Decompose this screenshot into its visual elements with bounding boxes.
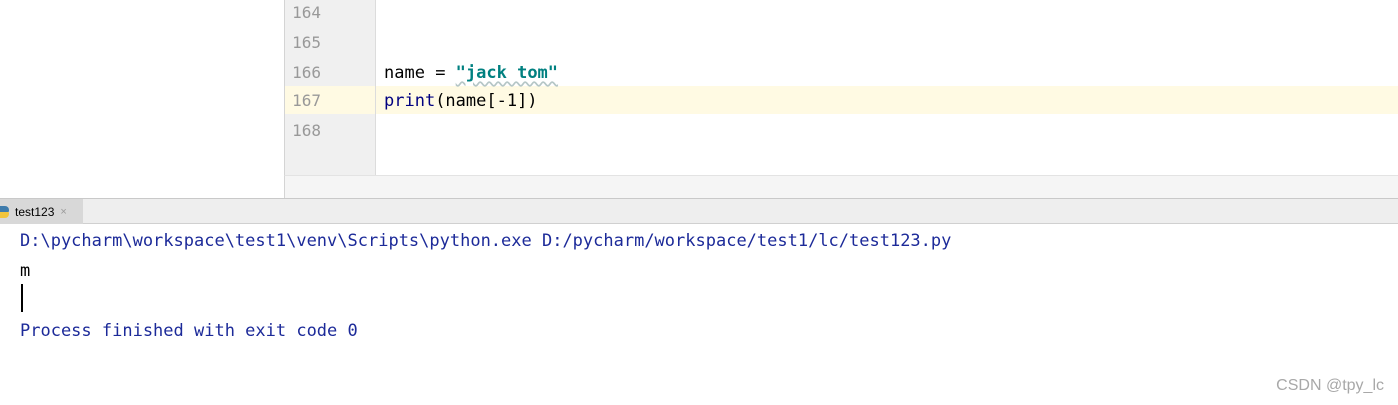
line-number-current: 167 <box>292 91 321 110</box>
assign-operator: = <box>424 63 456 83</box>
watermark: CSDN @tpy_lc <box>1276 377 1384 394</box>
run-tool-window-tabs: test123 × <box>0 198 1398 224</box>
python-file-icon <box>0 205 9 219</box>
code-line-167[interactable]: print(name[-1]) <box>384 88 538 118</box>
project-panel-blank <box>0 0 284 198</box>
string-literal: "jack tom" <box>455 63 559 83</box>
code-text-area[interactable]: name = "jack tom" print(name[-1]) <box>376 0 1398 175</box>
variable-name: name <box>384 63 425 83</box>
close-icon[interactable]: × <box>60 206 66 218</box>
line-number: 164 <box>292 3 321 22</box>
console-exit-message: Process finished with exit code 0 <box>20 321 358 341</box>
line-number-gutter: 164 165 166 167 168 <box>285 0 376 175</box>
text-cursor <box>21 284 23 312</box>
line-number: 168 <box>292 121 321 140</box>
line-number: 165 <box>292 33 321 52</box>
editor-breadcrumb-bar <box>284 175 1398 199</box>
pycharm-window: 164 165 166 167 168 name = "jack tom" pr… <box>0 0 1398 405</box>
console-command-line: D:\pycharm\workspace\test1\venv\Scripts\… <box>20 231 952 251</box>
print-function: print <box>384 91 436 111</box>
line-number: 166 <box>292 63 321 82</box>
run-tab-test123[interactable]: test123 × <box>0 199 83 224</box>
code-line-166[interactable]: name = "jack tom" <box>384 60 558 90</box>
run-tab-label: test123 <box>15 204 55 219</box>
code-editor[interactable]: 164 165 166 167 168 name = "jack tom" pr… <box>284 0 1398 175</box>
run-console[interactable]: D:\pycharm\workspace\test1\venv\Scripts\… <box>0 224 1398 405</box>
call-arguments: (name[-1]) <box>435 91 538 111</box>
console-output-line: m <box>20 261 31 281</box>
